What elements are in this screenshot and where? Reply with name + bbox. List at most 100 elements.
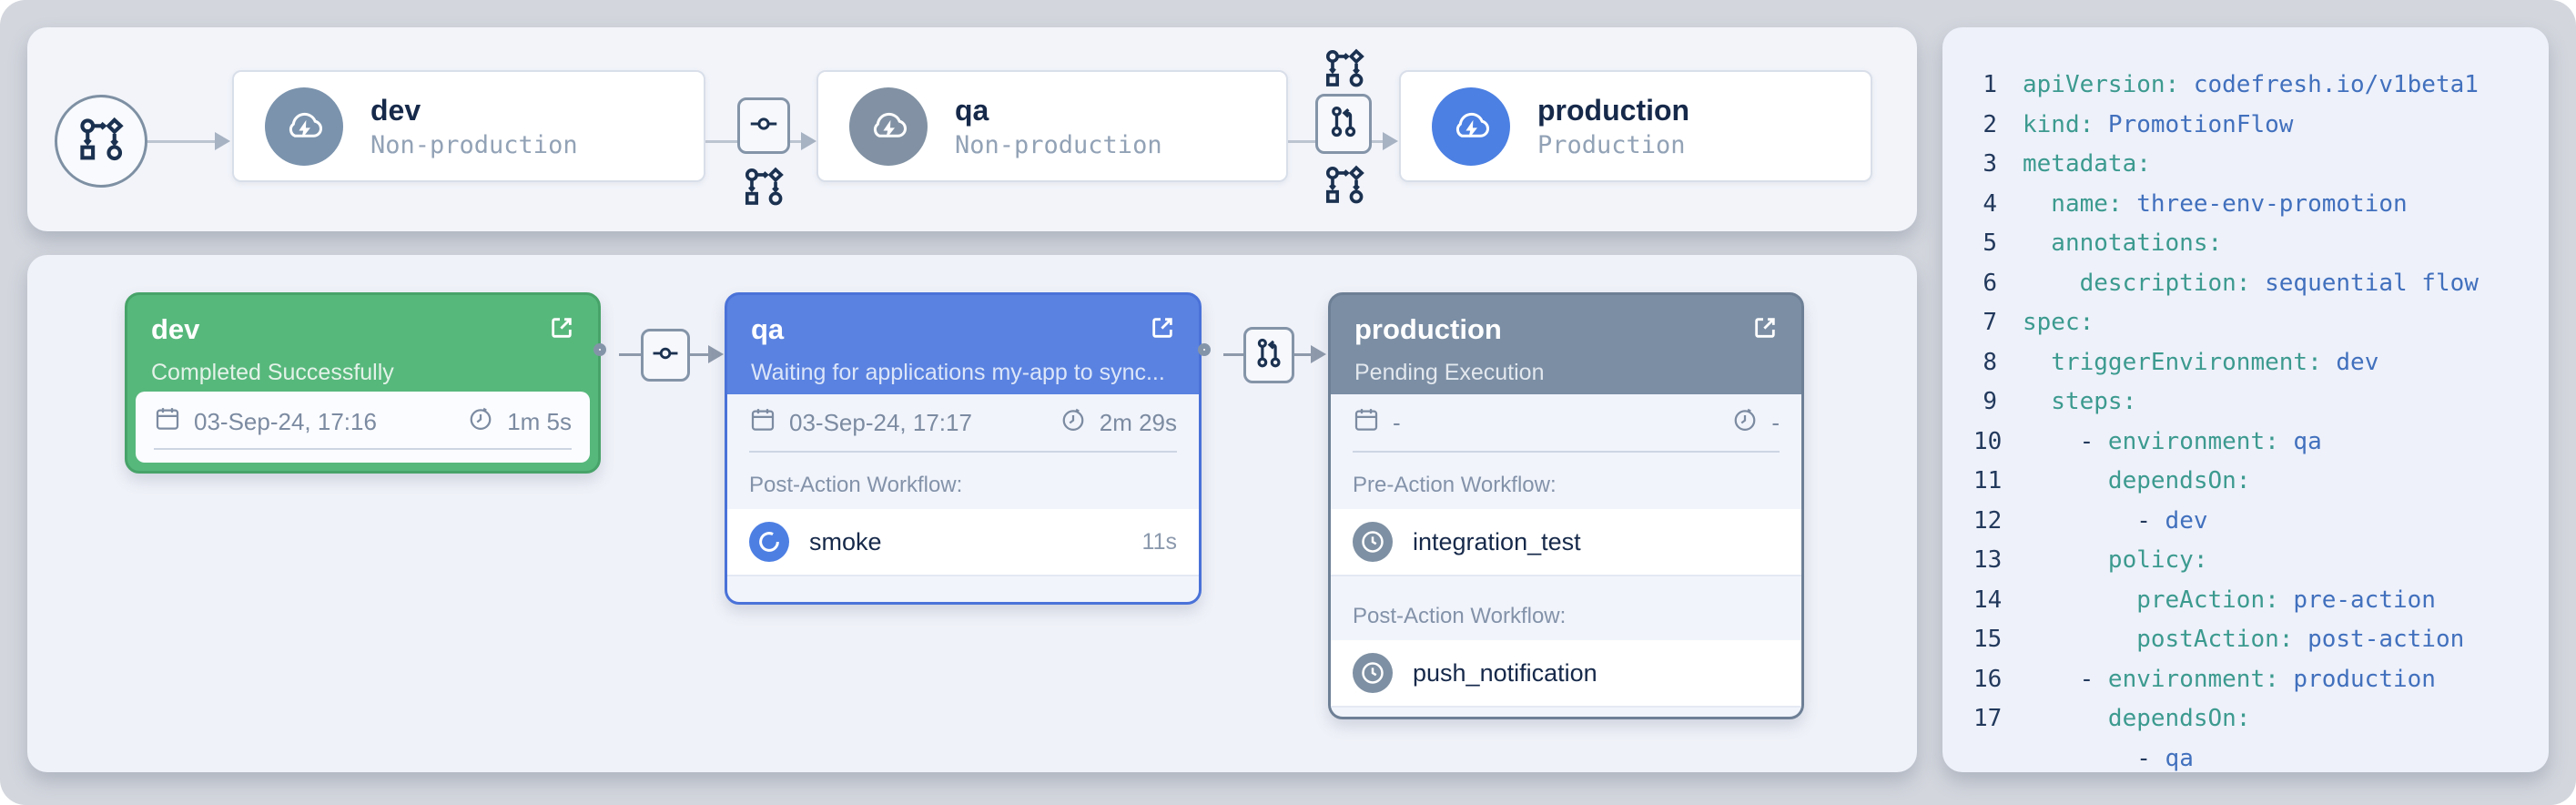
card-title: qa: [751, 315, 784, 343]
connector-arrow: [801, 132, 816, 150]
env-pill-dev[interactable]: dev Non-production: [232, 70, 705, 182]
promotion-flow-screen: dev Non-production: [0, 0, 2576, 805]
pull-request-node[interactable]: [1243, 327, 1294, 383]
clock-icon: [1731, 406, 1759, 440]
yaml-line: - qa: [1973, 739, 2549, 773]
connector-arrow: [1311, 345, 1326, 363]
connector-arrow: [215, 132, 230, 150]
cloud-env-icon: [265, 87, 343, 166]
yaml-line: 14 preAction: pre-action: [1973, 581, 2549, 621]
workflow-name: push_notification: [1413, 659, 1597, 688]
yaml-line: 16 - environment: production: [1973, 660, 2549, 700]
card-status: Waiting for applications my-app to sync.…: [751, 362, 1177, 384]
yaml-line: 4 name: three-env-promotion: [1973, 185, 2549, 225]
open-environment-icon[interactable]: [1750, 313, 1780, 347]
post-action-workflow-label: Post-Action Workflow:: [1353, 604, 1780, 629]
yaml-line: 17 dependsOn:: [1973, 699, 2549, 739]
cloud-env-icon: [849, 87, 928, 166]
workflow-row-push-notification[interactable]: push_notification: [1331, 640, 1801, 708]
env-pill-production[interactable]: production Production: [1399, 70, 1872, 182]
edge-source-port: [1198, 343, 1211, 356]
pending-clock-icon: [1353, 653, 1393, 693]
flow-start-node[interactable]: [55, 95, 147, 188]
calendar-icon: [154, 405, 181, 439]
calendar-icon: [749, 406, 776, 440]
workflow-duration: 11s: [1142, 529, 1177, 555]
yaml-line: 12 - dev: [1973, 502, 2549, 542]
connector-line: [1288, 140, 1315, 143]
card-title: dev: [151, 315, 199, 343]
card-date: 03-Sep-24, 17:16: [194, 408, 377, 436]
env-pill-type: Non-production: [955, 133, 1162, 158]
card-date: -: [1393, 409, 1401, 437]
pre-action-workflow-label: Pre-Action Workflow:: [1353, 473, 1780, 498]
env-pill-title: dev: [370, 96, 578, 125]
env-pill-qa[interactable]: qa Non-production: [816, 70, 1288, 182]
connector-line: [1223, 353, 1243, 356]
yaml-editor-panel[interactable]: 1apiVersion: codefresh.io/v1beta12kind: …: [1942, 27, 2549, 772]
release-status-panel: dev Completed Successfully: [27, 255, 1917, 772]
yaml-line: 6 description: sequential flow: [1973, 264, 2549, 304]
card-duration: 1m 5s: [507, 408, 572, 436]
running-spinner-icon: [749, 522, 789, 562]
env-pill-type: Production: [1537, 133, 1689, 158]
workflow-name: smoke: [809, 528, 882, 556]
yaml-line: 8 triggerEnvironment: dev: [1973, 343, 2549, 383]
pre-action-workflow-icon: [1323, 47, 1365, 89]
connector-line: [619, 353, 641, 356]
pull-request-node[interactable]: [1315, 94, 1372, 154]
card-details: 03-Sep-24, 17:17 2m 29s Post-Action Work…: [727, 394, 1199, 602]
yaml-line: 15 postAction: post-action: [1973, 620, 2549, 660]
card-duration: 2m 29s: [1100, 409, 1177, 437]
git-pull-request-icon: [1325, 104, 1362, 145]
cloud-env-icon: [1432, 87, 1510, 166]
connector-line: [690, 353, 708, 356]
edge-source-port: [593, 343, 606, 356]
card-status: Completed Successfully: [151, 362, 576, 384]
yaml-line: 1apiVersion: codefresh.io/v1beta1: [1973, 66, 2549, 106]
yaml-line: 11 dependsOn:: [1973, 462, 2549, 502]
env-pill-type: Non-production: [370, 133, 578, 158]
yaml-line: 13 policy:: [1973, 541, 2549, 581]
card-status: Pending Execution: [1354, 362, 1780, 384]
card-details: - - Pre-Action Workflow:: [1331, 394, 1801, 717]
clock-icon: [467, 405, 494, 439]
connector-arrow: [708, 345, 724, 363]
post-action-workflow-icon: [743, 166, 785, 208]
env-card-dev[interactable]: dev Completed Successfully: [125, 292, 601, 474]
connector-line: [705, 140, 737, 143]
calendar-icon: [1353, 406, 1380, 440]
environments-overview-panel: dev Non-production: [27, 27, 1917, 231]
env-card-production[interactable]: production Pending Execution: [1328, 292, 1804, 719]
card-meta: 03-Sep-24, 17:16 1m 5s: [136, 392, 590, 463]
git-commit-icon: [747, 107, 780, 145]
yaml-line: 9 steps:: [1973, 382, 2549, 423]
pending-clock-icon: [1353, 522, 1393, 562]
card-date: 03-Sep-24, 17:17: [789, 409, 972, 437]
yaml-code: 1apiVersion: codefresh.io/v1beta12kind: …: [1973, 66, 2549, 772]
env-pill-title: qa: [955, 96, 1162, 125]
workflow-name: integration_test: [1413, 528, 1581, 556]
yaml-line: 3metadata:: [1973, 145, 2549, 185]
yaml-line: 5 annotations:: [1973, 224, 2549, 264]
open-environment-icon[interactable]: [547, 313, 576, 347]
clock-icon: [1060, 406, 1087, 440]
yaml-line: 10 - environment: qa: [1973, 423, 2549, 463]
workflow-row-smoke[interactable]: smoke 11s: [727, 509, 1199, 576]
card-duration: -: [1771, 409, 1780, 437]
card-title: production: [1354, 315, 1502, 343]
env-pill-title: production: [1537, 96, 1689, 125]
yaml-line: 2kind: PromotionFlow: [1973, 106, 2549, 146]
env-card-qa[interactable]: qa Waiting for applications my-app to sy…: [725, 292, 1202, 605]
connector-arrow: [1383, 132, 1398, 150]
post-action-workflow-label: Post-Action Workflow:: [749, 473, 1177, 498]
connector-line: [147, 140, 217, 143]
workflow-dag-icon: [77, 116, 125, 168]
commit-trigger-node[interactable]: [737, 97, 790, 154]
commit-trigger-node[interactable]: [641, 329, 690, 382]
git-commit-icon: [650, 338, 681, 373]
open-environment-icon[interactable]: [1148, 313, 1177, 347]
yaml-line: 7spec:: [1973, 303, 2549, 343]
connector-line: [1294, 353, 1311, 356]
workflow-row-integration-test[interactable]: integration_test: [1331, 509, 1801, 576]
